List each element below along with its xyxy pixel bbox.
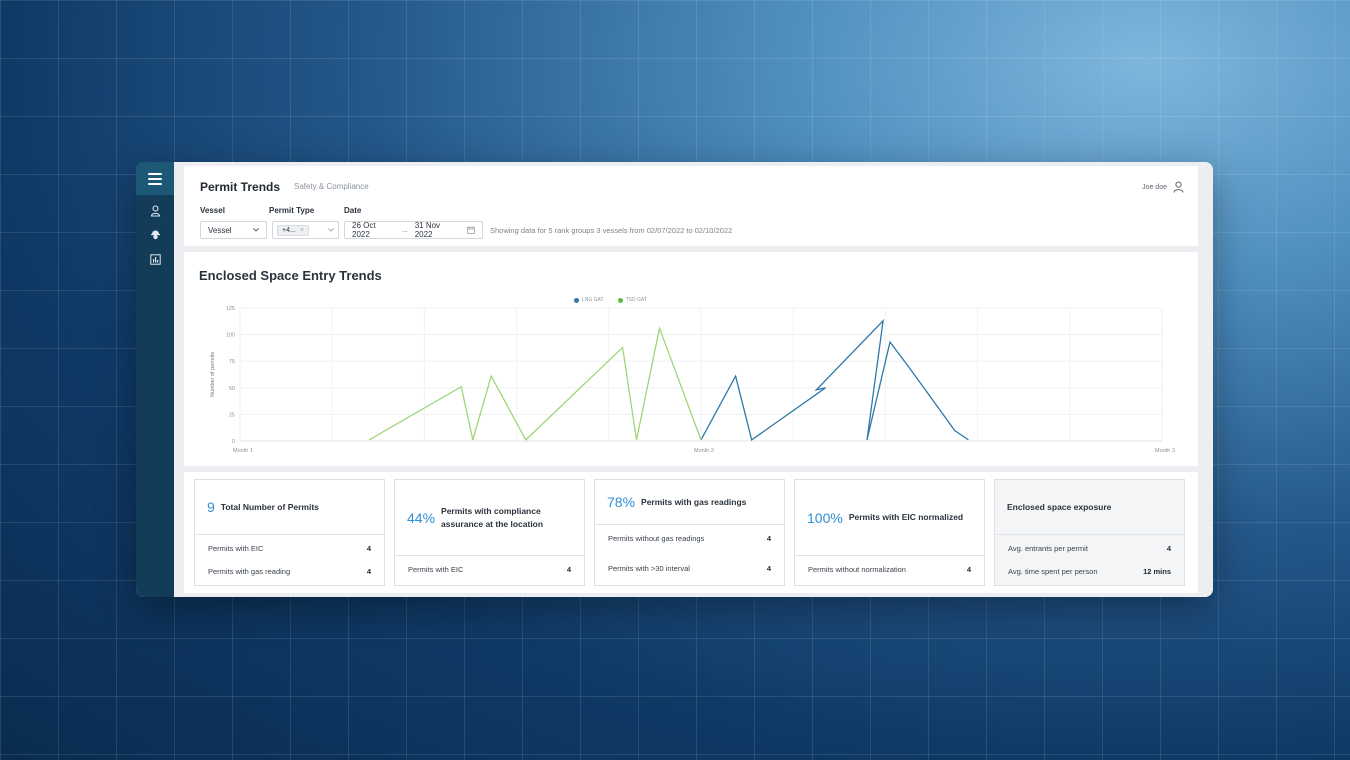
header-card: Permit Trends Safety & Compliance Joe do… [184,166,1198,246]
stat-row: Permits with gas reading 4 [195,567,384,576]
user-icon [1173,181,1184,193]
stats-row: 9 Total Number of Permits Permits with E… [184,472,1198,593]
date-range-picker[interactable]: 26 Oct 2022 → 31 Nov 2022 [344,221,483,239]
stat-row-label: Avg. time spent per person [1008,567,1098,576]
y-tick-label: 75 [229,359,235,365]
stat-row-label: Permits with EIC [208,544,264,553]
permit-type-chip-label: +4... [282,226,296,234]
chip-remove-icon[interactable]: × [300,227,304,234]
stat-row-value: 4 [366,544,371,553]
chevron-down-icon [328,228,334,232]
worker-helmet-icon [150,230,160,240]
stat-row-label: Avg. entrants per permit [1008,544,1088,553]
stat-card-total-permits: 9 Total Number of Permits Permits with E… [194,479,385,586]
stat-value: 44% [407,509,436,526]
stat-row: Avg. entrants per permit 4 [995,544,1184,553]
stat-value: 100% [807,509,843,526]
user-name: Joe doe [1142,183,1167,191]
date-arrow: → [400,225,409,235]
stat-header: Enclosed space exposure [995,480,1184,535]
stat-header: 78% Permits with gas readings [595,480,784,525]
y-tick-label: 25 [229,412,235,418]
permit-type-select[interactable]: +4... × [272,221,339,239]
stat-row-label: Permits without normalization [808,565,906,574]
app-window: Permit Trends Safety & Compliance Joe do… [136,162,1213,597]
stat-row: Avg. time spent per person 12 mins [995,567,1184,576]
y-tick-label: 0 [232,439,235,445]
report-chart-icon [149,253,161,265]
vessel-label: Vessel [200,206,225,215]
user-menu[interactable]: Joe doe [1142,181,1184,193]
data-range-hint: Showing data for 5 rank groups 3 vessels… [490,226,733,235]
y-tick-label: 100 [226,333,235,339]
stat-header: 44% Permits with compliance assurance at… [395,480,584,556]
date-from: 26 Oct 2022 [352,221,376,239]
stat-title: Permits with gas readings [641,496,747,507]
series-line-tsd-gat[interactable] [368,325,702,441]
stat-row-label: Permits with gas reading [208,567,291,576]
chart-card: Enclosed Space Entry Trends LNG GAT TSD … [184,252,1198,466]
chevron-down-icon [253,228,259,232]
stat-row-value: 4 [566,565,571,574]
stat-row: Permits with EIC 4 [395,565,584,574]
stat-card-exposure: Enclosed space exposure Avg. entrants pe… [994,479,1185,586]
y-axis-label: Number of permits [210,352,216,397]
hamburger-icon [148,172,162,185]
stat-title: Permits with EIC normalized [848,512,964,522]
stat-card-eic-normalized: 100% Permits with EIC normalized Permits… [794,479,985,586]
menu-button[interactable] [136,162,174,195]
y-tick-label: 125 [226,306,235,312]
stat-row-label: Permits without gas readings [608,534,705,543]
stat-row: Permits without normalization 4 [795,565,984,574]
page-subtitle: Safety & Compliance [294,182,369,191]
stat-title: Permits with compliance assurance at the… [441,505,544,529]
stat-row-label: Permits with >30 interval [608,564,690,573]
stat-title: Enclosed space exposure [1007,501,1112,512]
series-line-lng-gat[interactable] [700,318,969,441]
stat-row-value: 4 [1166,544,1171,553]
x-tick-label: Month 3 [1155,448,1175,454]
stat-row-value: 4 [966,565,971,574]
vessel-select[interactable]: Vessel [200,221,267,239]
sidebar-item-people[interactable] [136,199,174,223]
stat-row-value: 4 [766,564,771,573]
stat-value: 9 [207,499,215,515]
stat-card-compliance: 44% Permits with compliance assurance at… [394,479,585,586]
permit-type-label: Permit Type [269,206,315,215]
vessel-select-value: Vessel [208,225,232,235]
line-chart: 125 100 75 50 25 0 Month 1 Month 2 Month 3 Number… [210,306,1175,454]
stat-header: 100% Permits with EIC normalized [795,480,984,556]
stat-row-value: 4 [366,567,371,576]
x-tick-label: Month 1 [233,448,253,454]
page-title: Permit Trends [200,180,281,194]
permit-type-chip: +4... × [277,224,309,236]
stat-value: 78% [607,494,636,510]
stat-row: Permits with >30 interval 4 [595,564,784,573]
date-label: Date [344,206,362,215]
sidebar-item-safety[interactable] [136,223,174,247]
y-tick-label: 50 [229,386,235,392]
stat-title: Total Number of Permits [220,501,319,512]
person-icon [150,205,160,217]
sidebar [136,162,174,597]
date-to: 31 Nov 2022 [414,221,441,239]
stat-row: Permits without gas readings 4 [595,534,784,543]
sidebar-item-reports[interactable] [136,247,174,271]
calendar-icon [467,226,475,234]
stat-header: 9 Total Number of Permits [195,480,384,535]
x-tick-label: Month 2 [694,448,714,454]
stat-row-value: 4 [766,534,771,543]
stat-row-label: Permits with EIC [408,565,464,574]
main-content: Permit Trends Safety & Compliance Joe do… [174,162,1213,597]
stat-card-gas-readings: 78% Permits with gas readings Permits wi… [594,479,785,586]
stat-row-value: 12 mins [1143,567,1171,576]
stat-row: Permits with EIC 4 [195,544,384,553]
